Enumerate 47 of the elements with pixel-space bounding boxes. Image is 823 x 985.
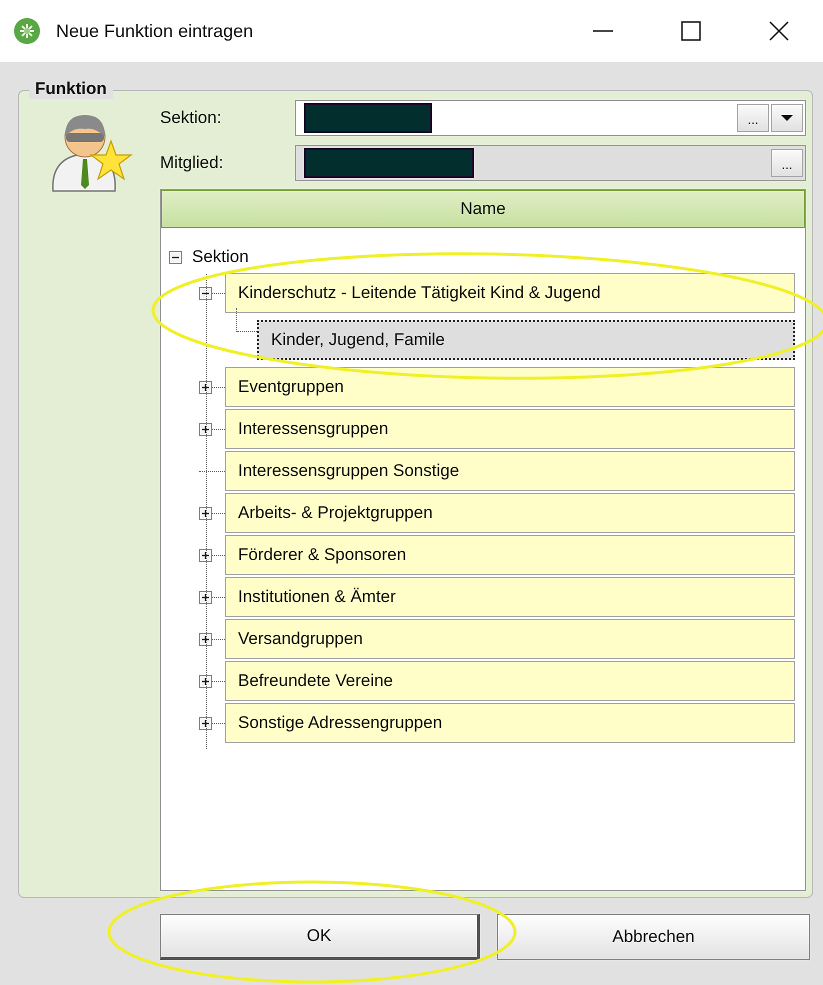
combo-field[interactable]: ... xyxy=(295,100,806,136)
plus-icon xyxy=(201,424,210,434)
expand-toggle[interactable] xyxy=(199,506,212,520)
tree-item[interactable]: Sektion xyxy=(192,247,249,267)
close-icon xyxy=(769,21,789,41)
maximize-icon xyxy=(681,21,701,41)
plus-icon xyxy=(201,676,210,686)
group-title: Funktion xyxy=(29,79,113,99)
browse-button[interactable]: ... xyxy=(771,149,803,177)
app-icon xyxy=(14,18,40,44)
tree-item[interactable]: Kinderschutz - Leitende Tätigkeit Kind & Jugend xyxy=(225,273,795,313)
tree-item[interactable]: Arbeits- & Projektgruppen xyxy=(225,493,795,533)
collapse-toggle[interactable] xyxy=(169,250,182,264)
tree-item[interactable]: Interessensgruppen Sonstige xyxy=(225,451,795,491)
expand-toggle[interactable] xyxy=(199,548,212,562)
tree-item[interactable]: Kinder, Jugend, Famile xyxy=(257,320,795,360)
tree-item[interactable]: Eventgruppen xyxy=(225,367,795,407)
tree-item[interactable]: Institutionen & Ämter xyxy=(225,577,795,617)
cancel-button[interactable]: Abbrechen xyxy=(497,914,810,960)
column-header[interactable]: Name xyxy=(161,190,805,228)
expand-toggle[interactable] xyxy=(199,716,212,730)
plus-icon xyxy=(201,592,210,602)
plus-icon xyxy=(201,634,210,644)
expand-toggle[interactable] xyxy=(199,422,212,436)
plus-icon xyxy=(201,508,210,518)
tree-item[interactable]: Befreundete Vereine xyxy=(225,661,795,701)
field-label: Sektion: xyxy=(160,108,222,128)
minimize-icon xyxy=(593,30,613,32)
tree-item[interactable]: Versandgruppen xyxy=(225,619,795,659)
tree-item[interactable]: Interessensgruppen xyxy=(225,409,795,449)
field-label: Mitglied: xyxy=(160,153,224,173)
caret-icon xyxy=(781,114,793,122)
expand-toggle[interactable] xyxy=(199,674,212,688)
window-title: Neue Funktion eintragen xyxy=(56,20,254,42)
plus-icon xyxy=(201,718,210,728)
expand-toggle[interactable] xyxy=(199,380,212,394)
tree-item[interactable]: Förderer & Sponsoren xyxy=(225,535,795,575)
input-field[interactable]: ... xyxy=(295,145,806,181)
plus-icon xyxy=(201,550,210,560)
tree-item[interactable]: Sonstige Adressengruppen xyxy=(225,703,795,743)
ok-button[interactable]: OK xyxy=(160,914,480,960)
dropdown-button[interactable] xyxy=(771,104,803,132)
browse-button[interactable]: ... xyxy=(737,104,769,132)
expand-toggle[interactable] xyxy=(199,632,212,646)
plus-icon xyxy=(201,382,210,392)
expand-toggle[interactable] xyxy=(199,590,212,604)
collapse-toggle[interactable] xyxy=(199,286,212,300)
